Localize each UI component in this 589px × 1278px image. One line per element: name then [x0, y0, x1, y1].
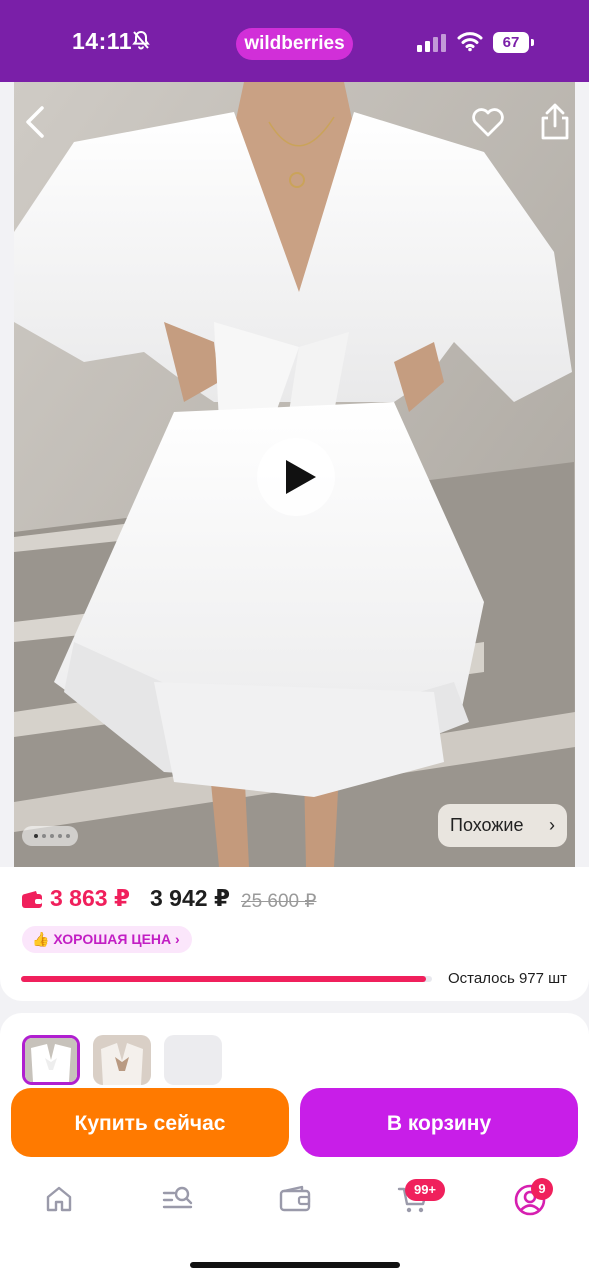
- profile-count-badge: 9: [531, 1178, 553, 1200]
- cart-count-badge: 99+: [405, 1179, 445, 1201]
- catalog-search-icon[interactable]: [161, 1183, 195, 1217]
- buy-now-button[interactable]: Купить сейчас: [11, 1088, 289, 1157]
- play-video-button[interactable]: [257, 438, 335, 516]
- good-price-badge[interactable]: 👍 ХОРОШАЯ ЦЕНА ›: [22, 926, 192, 953]
- price: 3 942 ₽: [150, 885, 230, 911]
- add-to-cart-button[interactable]: В корзину: [300, 1088, 578, 1157]
- variant-thumb[interactable]: [22, 1035, 80, 1085]
- stock-progress: [21, 976, 432, 982]
- back-chevron-icon[interactable]: [22, 104, 54, 142]
- clock: 14:11: [72, 28, 133, 54]
- brand-pill: wildberries: [236, 28, 353, 60]
- status-bar: 14:11 wildberries 67: [0, 0, 589, 82]
- stock-progress-fill: [21, 976, 426, 982]
- variant-thumb[interactable]: [93, 1035, 151, 1085]
- chevron-right-icon: ›: [549, 815, 555, 835]
- similar-button[interactable]: Похожие ›: [438, 804, 567, 847]
- favorite-heart-icon[interactable]: [470, 104, 506, 140]
- similar-label: Похожие: [450, 815, 524, 835]
- home-icon[interactable]: [43, 1183, 77, 1217]
- wallet-icon: [22, 891, 42, 908]
- wallet-price: 3 863 ₽: [50, 885, 130, 911]
- old-price: 25 600 ₽: [241, 891, 317, 912]
- signal-icon: [417, 34, 447, 52]
- variant-thumb[interactable]: [164, 1035, 222, 1085]
- home-indicator: [190, 1262, 400, 1268]
- battery-icon: 67: [493, 32, 534, 53]
- share-icon[interactable]: [538, 102, 572, 142]
- wallet-tab-icon[interactable]: [278, 1183, 312, 1217]
- wifi-icon: [457, 30, 483, 52]
- stock-label: Осталось 977 шт: [448, 970, 568, 987]
- bell-muted-icon: [132, 30, 150, 55]
- photo-pagination: [22, 826, 78, 846]
